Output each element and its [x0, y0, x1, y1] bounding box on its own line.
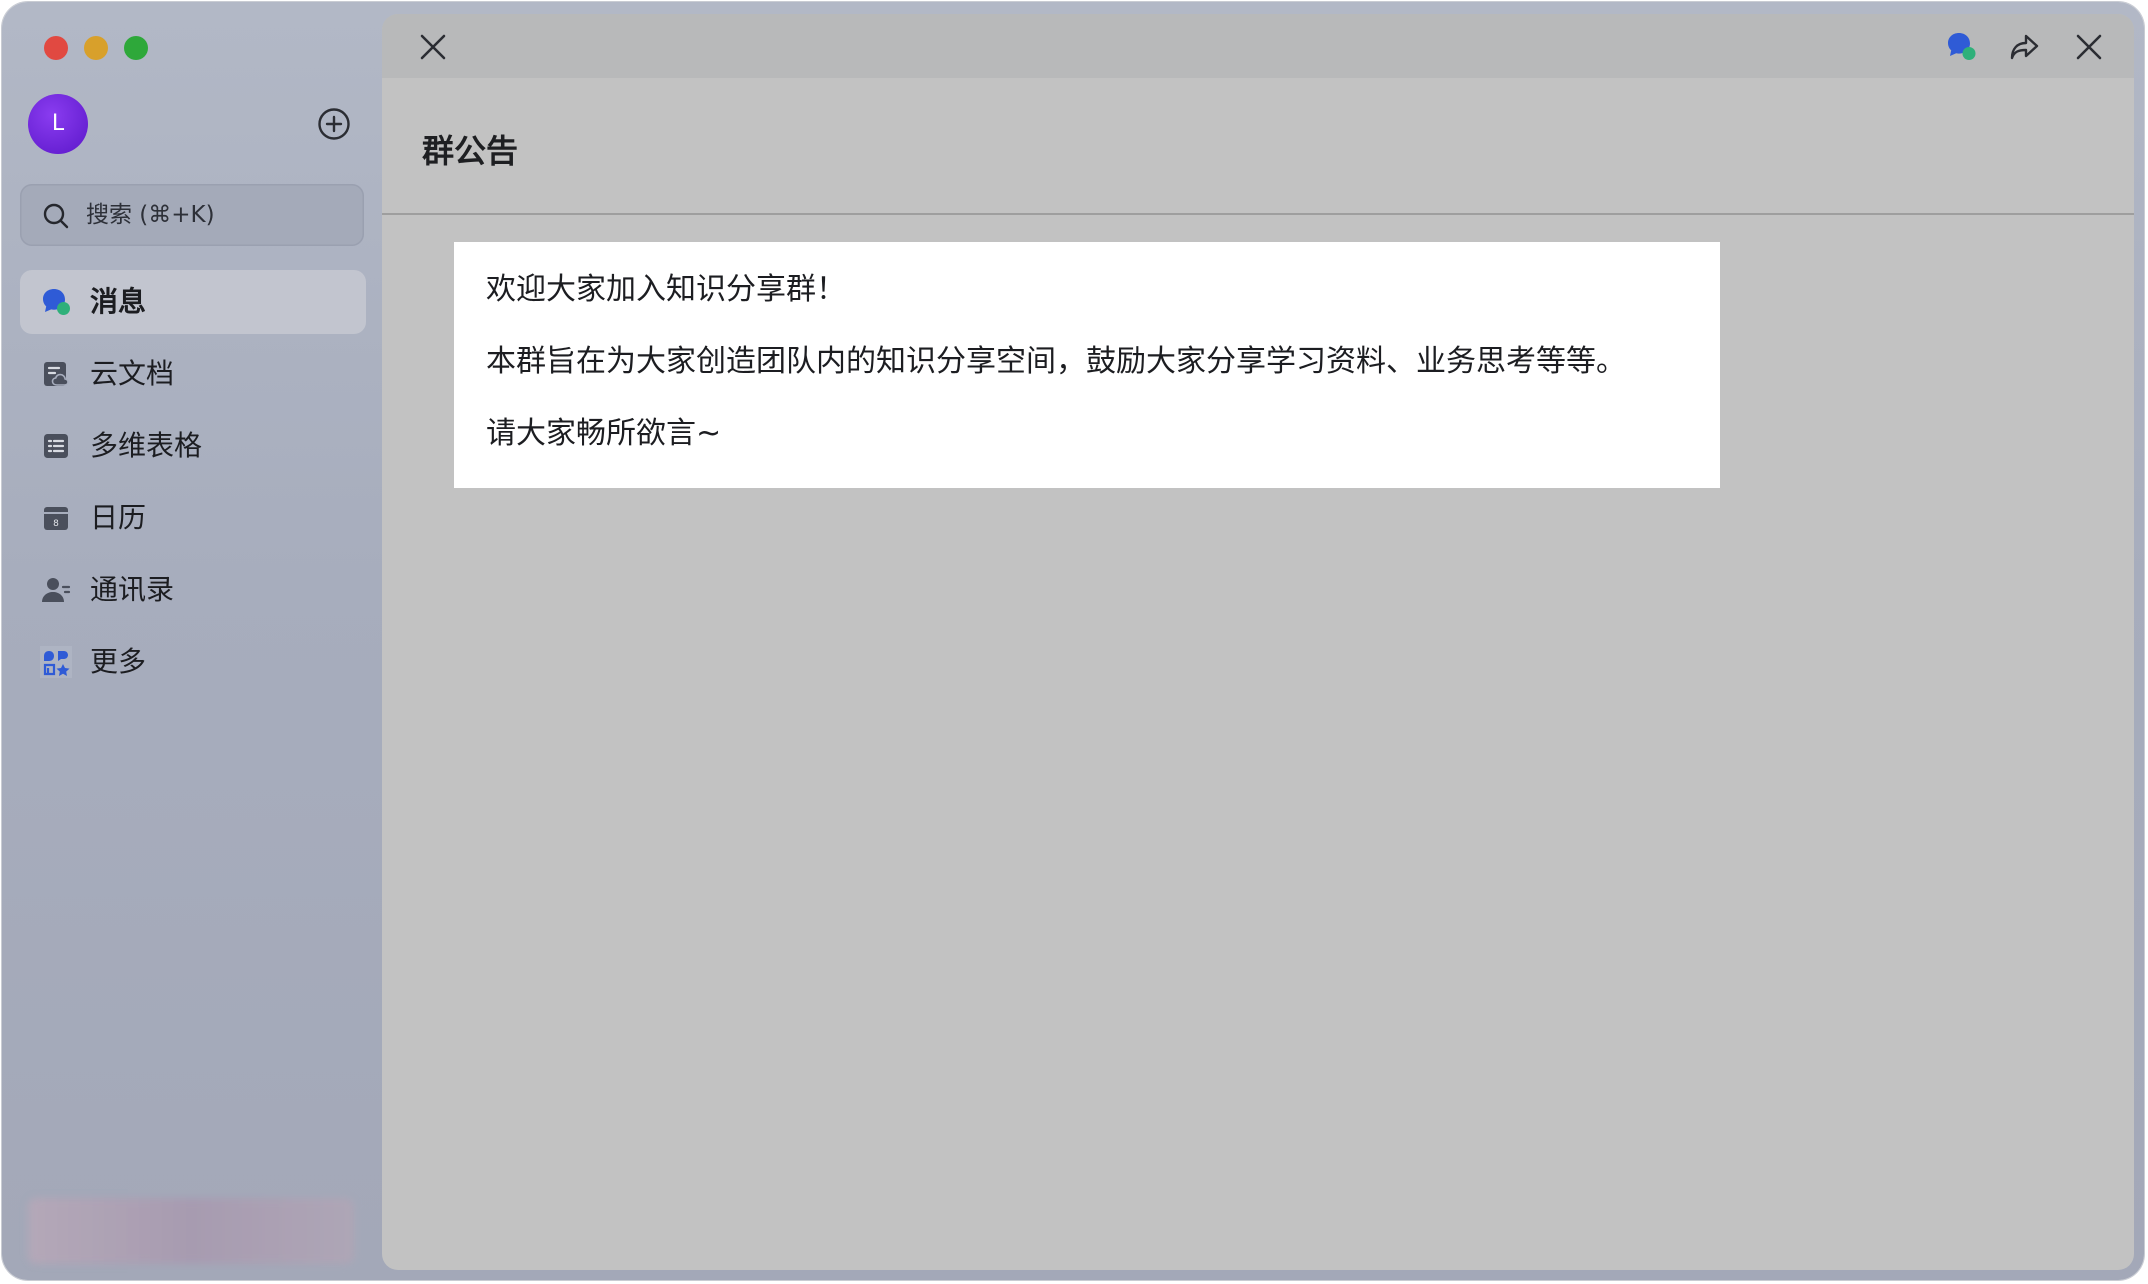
announcement-card: 欢迎大家加入知识分享群！ 本群旨在为大家创造团队内的知识分享空间，鼓励大家分享学…	[454, 242, 1720, 488]
cloud-doc-icon	[44, 362, 69, 386]
avatar[interactable]: L	[28, 94, 88, 154]
chat-bubble-icon[interactable]	[1944, 30, 1978, 64]
apps-grid-icon	[40, 646, 72, 678]
blurred-banner	[28, 1198, 354, 1264]
panel-toolbar	[382, 14, 2134, 78]
calendar-day: 8	[53, 519, 59, 529]
avatar-initial: L	[51, 111, 65, 136]
close-icon[interactable]	[416, 30, 450, 64]
sidebar-item-contacts[interactable]: 通讯录	[20, 558, 366, 622]
announcement-line: 欢迎大家加入知识分享群！	[486, 272, 846, 307]
sidebar-item-label: 消息	[90, 285, 147, 318]
window-minimize-button[interactable]	[84, 36, 108, 60]
sidebar-item-calendar[interactable]: 8 日历	[20, 486, 366, 550]
sidebar-item-cloud-docs[interactable]: 云文档	[20, 342, 366, 406]
table-icon	[44, 434, 68, 458]
close-icon[interactable]	[2072, 30, 2106, 64]
calendar-icon: 8	[44, 507, 68, 530]
sidebar-item-label: 更多	[90, 645, 147, 678]
app-window: L 搜索 (⌘+K) 消息 云文档 多维表格 8 日历 通讯录 更多 群公告 欢…	[2, 2, 2144, 1280]
window-zoom-button[interactable]	[124, 36, 148, 60]
sidebar-item-label: 多维表格	[90, 429, 203, 462]
contacts-icon	[42, 578, 71, 602]
sidebar-item-bitable[interactable]: 多维表格	[20, 414, 366, 478]
chat-bubble-icon	[43, 289, 70, 315]
title-divider	[382, 213, 2134, 215]
sidebar-item-label: 日历	[90, 501, 147, 534]
sidebar-item-more[interactable]: 更多	[20, 630, 366, 694]
add-circle-icon[interactable]	[316, 106, 352, 142]
search-placeholder: 搜索 (⌘+K)	[86, 202, 215, 228]
announcement-line: 本群旨在为大家创造团队内的知识分享空间，鼓励大家分享学习资料、业务思考等等。	[486, 344, 1626, 379]
announcement-panel: 群公告 欢迎大家加入知识分享群！ 本群旨在为大家创造团队内的知识分享空间，鼓励大…	[382, 14, 2134, 1270]
sidebar-item-label: 云文档	[90, 357, 175, 390]
page-title: 群公告	[422, 132, 519, 170]
announcement-line: 请大家畅所欲言~	[486, 416, 722, 451]
search-input[interactable]: 搜索 (⌘+K)	[20, 184, 364, 246]
sidebar-item-label: 通讯录	[90, 573, 175, 606]
search-icon	[43, 203, 69, 229]
window-close-button[interactable]	[44, 36, 68, 60]
share-icon[interactable]	[2008, 30, 2042, 64]
sidebar-item-messages[interactable]: 消息	[20, 270, 366, 334]
